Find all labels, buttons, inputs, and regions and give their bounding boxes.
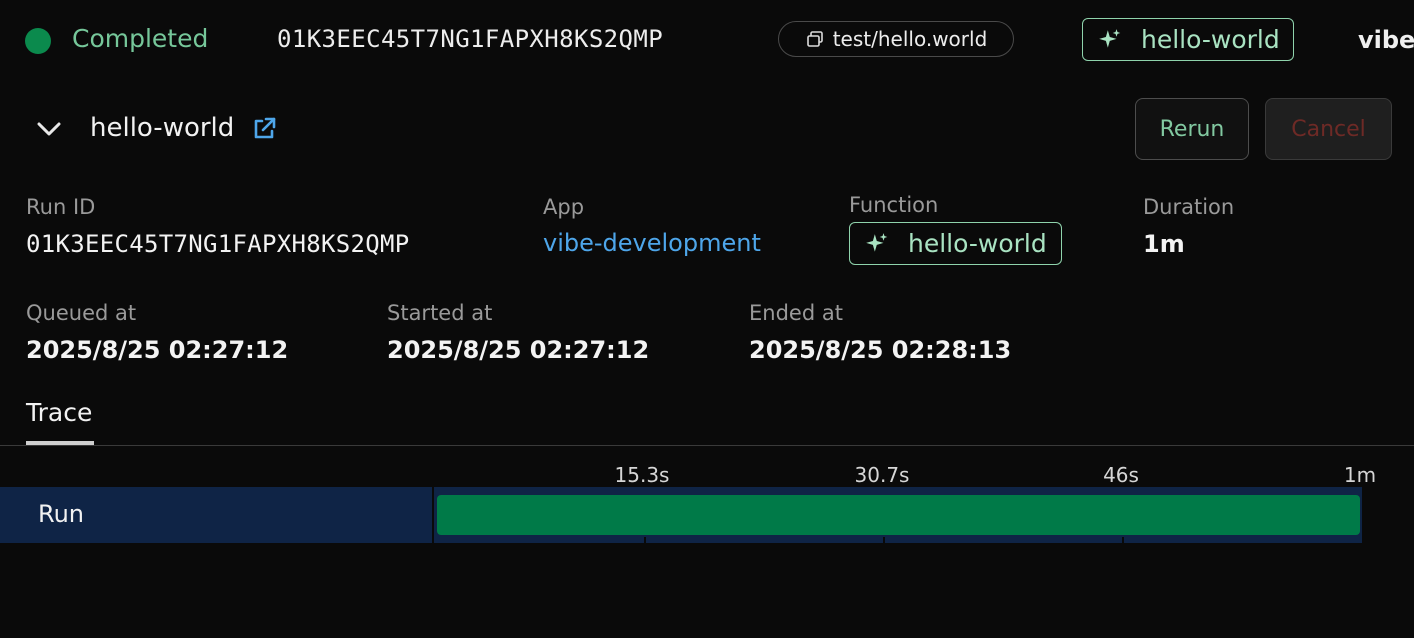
run-id-label: Run ID xyxy=(26,195,96,219)
tab-trace[interactable]: Trace xyxy=(26,398,92,427)
run-row-label: Run xyxy=(38,500,85,528)
status-label: Completed xyxy=(72,24,209,53)
timeline-tick-label: 46s xyxy=(1103,463,1139,487)
function-label: Function xyxy=(849,193,939,217)
copy-icon xyxy=(806,31,823,47)
event-pill[interactable]: test/hello.world xyxy=(778,21,1014,57)
app-label: App xyxy=(543,195,585,219)
timeline-gridline xyxy=(883,537,885,543)
started-label: Started at xyxy=(387,301,493,325)
rerun-button[interactable]: Rerun xyxy=(1135,98,1249,160)
event-pill-label: test/hello.world xyxy=(832,27,988,51)
sparkle-icon xyxy=(1099,28,1121,48)
queued-value: 2025/8/25 02:27:12 xyxy=(26,336,289,364)
cancel-button[interactable]: Cancel xyxy=(1265,98,1392,160)
external-link-icon[interactable] xyxy=(250,115,278,143)
status-dot-icon xyxy=(25,28,51,54)
tabs-divider xyxy=(0,445,1414,446)
timeline-tick-label: 30.7s xyxy=(854,463,910,487)
function-link-pill[interactable]: hello-world xyxy=(849,222,1062,265)
ended-label: Ended at xyxy=(749,301,843,325)
duration-value: 1m xyxy=(1143,230,1185,258)
run-id-value: 01K3EEC45T7NG1FAPXH8KS2QMP xyxy=(26,230,410,258)
queued-label: Queued at xyxy=(26,301,137,325)
timeline-gridline xyxy=(644,537,646,543)
app-link[interactable]: vibe-development xyxy=(543,229,761,257)
function-pill[interactable]: hello-world xyxy=(1082,18,1294,61)
started-value: 2025/8/25 02:27:12 xyxy=(387,336,650,364)
chevron-down-icon[interactable] xyxy=(34,116,64,142)
timeline-gridline xyxy=(1122,537,1124,543)
function-link-label: hello-world xyxy=(908,229,1047,258)
ended-value: 2025/8/25 02:28:13 xyxy=(749,336,1012,364)
timeline-tick-label: 1m xyxy=(1343,463,1377,487)
duration-label: Duration xyxy=(1143,195,1235,219)
app-name-truncated[interactable]: vibe xyxy=(1358,26,1414,54)
timeline-tick-label: 15.3s xyxy=(614,463,670,487)
sparkle-icon xyxy=(866,232,888,252)
function-pill-label: hello-world xyxy=(1141,25,1280,54)
run-title: hello-world xyxy=(90,113,235,143)
run-span-bar[interactable] xyxy=(437,495,1360,535)
top-run-id[interactable]: 01K3EEC45T7NG1FAPXH8KS2QMP xyxy=(277,25,663,53)
